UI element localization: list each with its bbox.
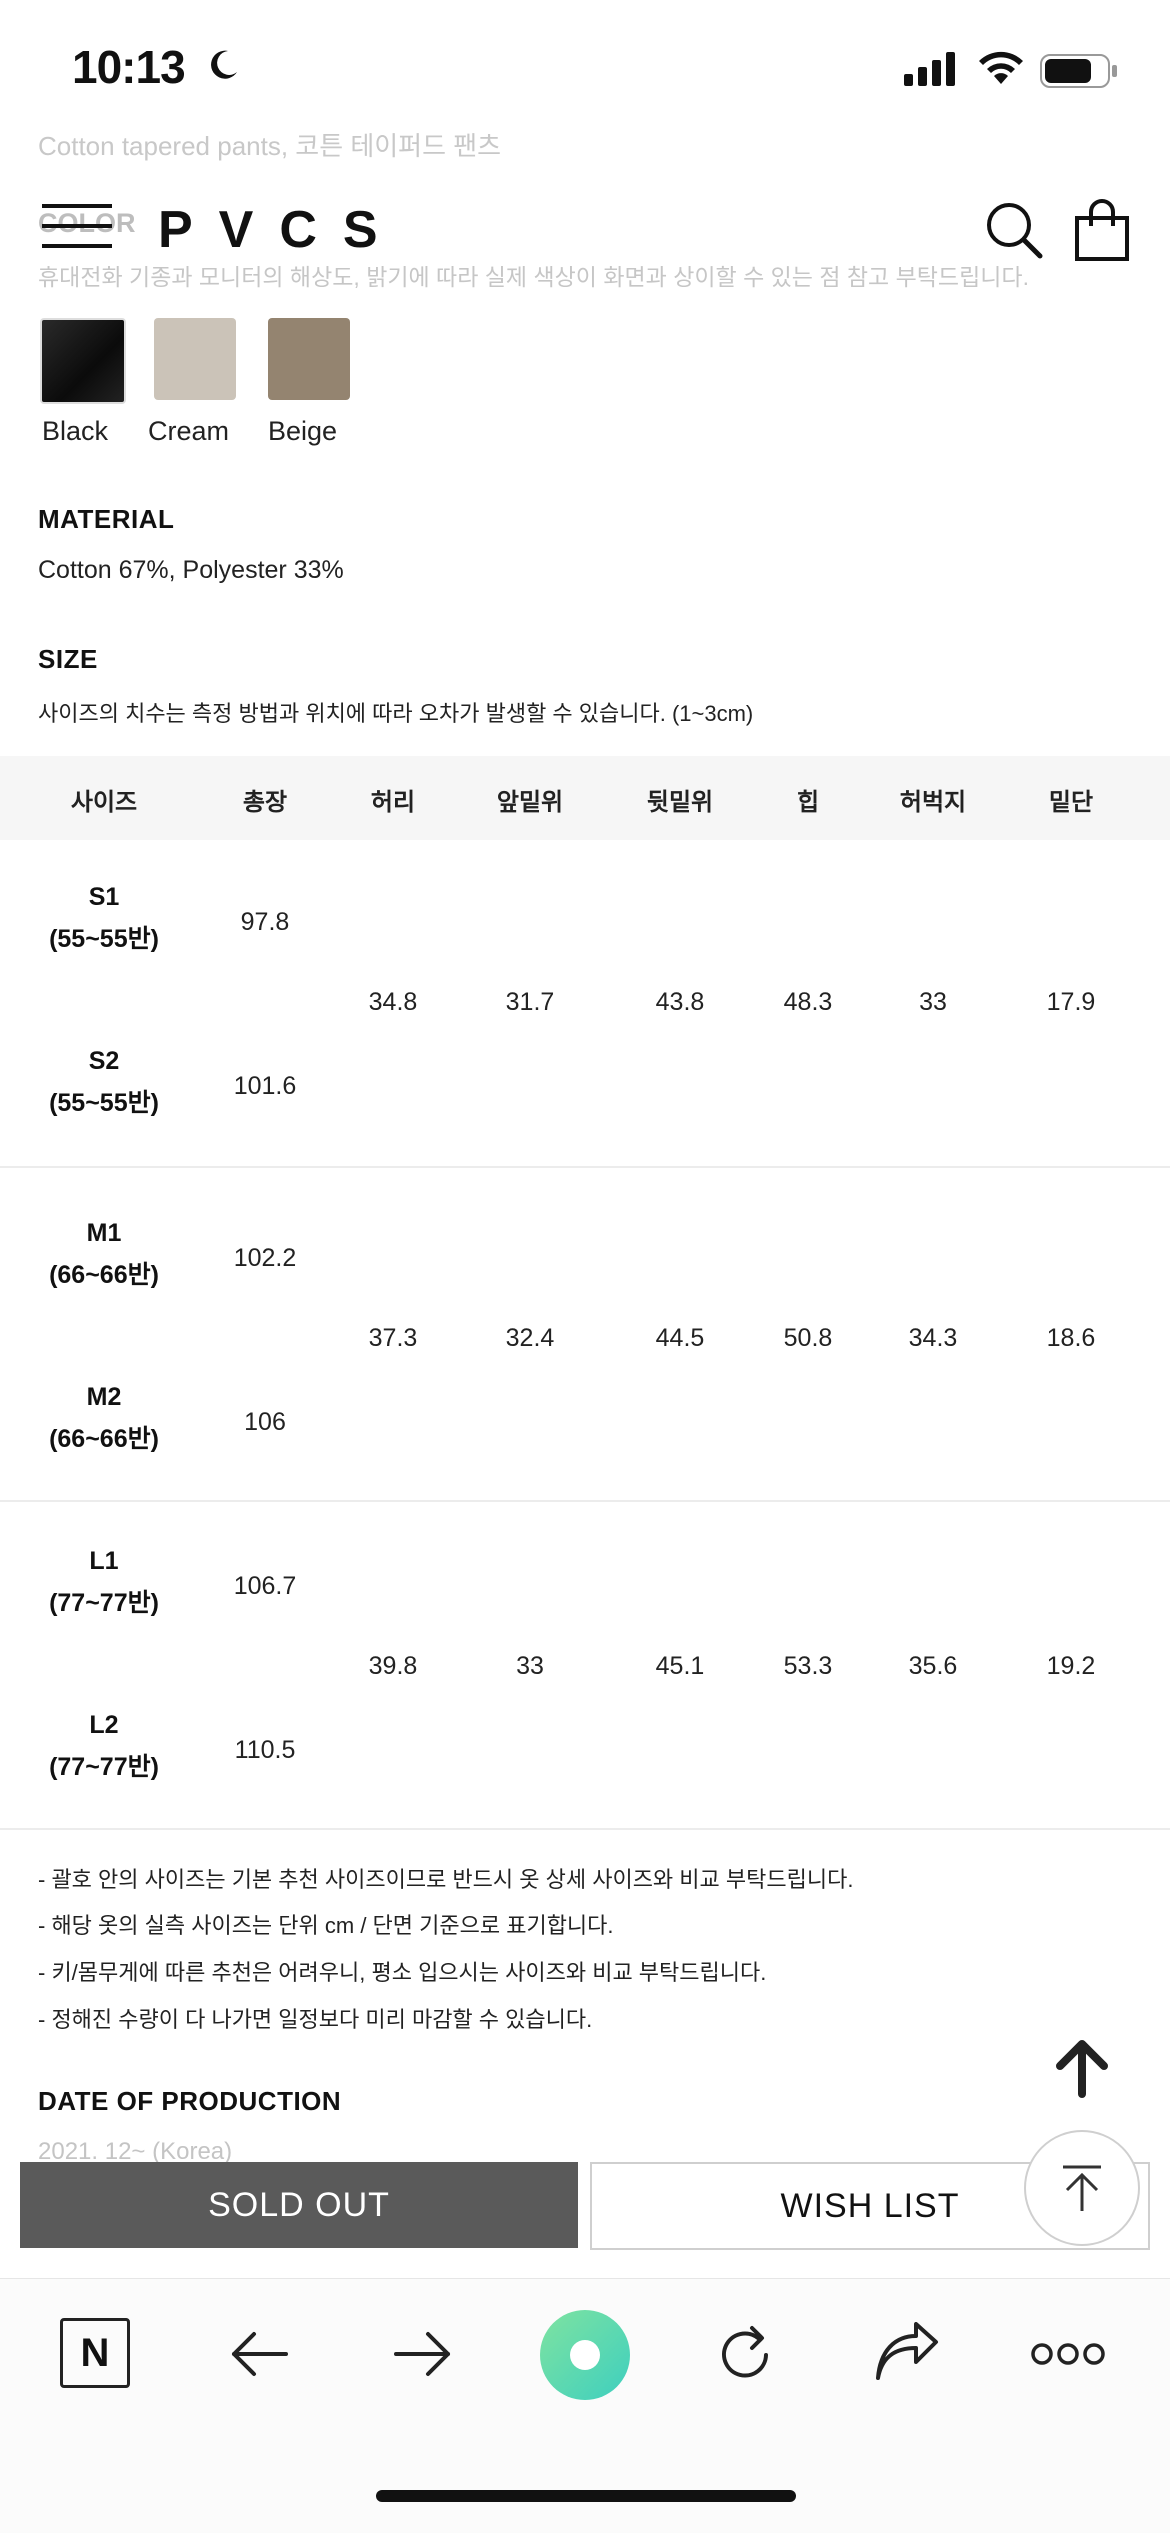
moon-icon: [211, 50, 237, 79]
front-rise-cell: 33: [516, 1652, 544, 1680]
header-front-rise: 앞밑위: [496, 789, 564, 816]
more-icon[interactable]: [1030, 2340, 1106, 2368]
header-waist: 허리: [370, 789, 416, 816]
length-cell: 101.6: [233, 1072, 297, 1100]
size-note-item: - 해당 옷의 실측 사이즈는 단위 cm / 단면 기준으로 표기합니다.: [38, 1913, 614, 1938]
faded-product-name: Cotton tapered pants, 코튼 테이퍼드 팬츠: [38, 131, 502, 161]
color-swatch-cream[interactable]: [154, 318, 236, 400]
home-indicator: [376, 2490, 796, 2502]
search-icon[interactable]: [984, 200, 1044, 260]
sold-out-button[interactable]: SOLD OUT: [20, 2162, 578, 2248]
size-cell: S2 (55~55반): [49, 1047, 159, 1117]
length-cell: 106: [244, 1408, 286, 1436]
length-cell: 106.7: [233, 1572, 297, 1600]
forward-arrow-icon[interactable]: [390, 2322, 454, 2386]
hem-cell: 19.2: [1046, 1652, 1096, 1680]
waist-cell: 34.8: [368, 988, 418, 1016]
brand-logo[interactable]: PVCS: [158, 200, 404, 260]
size-title: SIZE: [38, 644, 98, 674]
size-note: 사이즈의 치수는 측정 방법과 위치에 따라 오차가 발생할 수 있습니다. (…: [38, 701, 754, 726]
share-icon[interactable]: [872, 2322, 942, 2386]
scroll-to-top-button[interactable]: [1024, 2130, 1140, 2246]
reload-icon[interactable]: [712, 2322, 778, 2388]
front-rise-cell: 32.4: [505, 1324, 555, 1352]
wifi-icon: [979, 51, 1023, 84]
header-hem: 밑단: [1048, 789, 1094, 816]
material-title: MATERIAL: [38, 504, 175, 534]
cellular-signal-icon: [904, 52, 955, 86]
back-arrow-icon[interactable]: [228, 2322, 292, 2386]
status-time: 10:13: [72, 41, 186, 93]
production-title: DATE OF PRODUCTION: [38, 2086, 342, 2116]
thigh-cell: 35.6: [908, 1652, 958, 1680]
faded-color-note: 휴대전화 기종과 모니터의 해상도, 밝기에 따라 실제 색상이 화면과 상이할…: [38, 264, 1029, 290]
size-cell: L2 (77~77반): [49, 1711, 159, 1781]
table-divider: [0, 1828, 1170, 1830]
color-swatch-black[interactable]: [40, 318, 126, 404]
thigh-cell: 33: [919, 988, 947, 1016]
green-dot-icon[interactable]: [538, 2308, 632, 2402]
header-size: 사이즈: [70, 789, 138, 816]
shopping-bag-icon[interactable]: [1074, 198, 1130, 262]
front-rise-cell: 31.7: [505, 988, 555, 1016]
size-cell: S1 (55~55반): [49, 883, 159, 953]
size-cell: L1 (77~77반): [49, 1547, 159, 1617]
color-swatch-beige[interactable]: [268, 318, 350, 400]
material-value: Cotton 67%, Polyester 33%: [38, 556, 344, 584]
hip-cell: 50.8: [783, 1324, 833, 1352]
table-divider: [0, 1166, 1170, 1168]
color-label-black: Black: [42, 416, 109, 446]
table-divider: [0, 1500, 1170, 1502]
header-thigh: 허벅지: [899, 789, 967, 816]
back-rise-cell: 45.1: [655, 1652, 705, 1680]
thigh-cell: 34.3: [908, 1324, 958, 1352]
hem-cell: 18.6: [1046, 1324, 1096, 1352]
header-back-rise: 뒷밑위: [646, 789, 714, 816]
naver-n-icon[interactable]: N: [60, 2318, 130, 2388]
color-label-cream: Cream: [148, 416, 230, 446]
waist-cell: 39.8: [368, 1652, 418, 1680]
length-cell: 102.2: [233, 1244, 297, 1272]
waist-cell: 37.3: [368, 1324, 418, 1352]
hem-cell: 17.9: [1046, 988, 1096, 1016]
menu-icon[interactable]: [42, 204, 112, 252]
header-hip: 힙: [796, 789, 820, 816]
color-label-beige: Beige: [268, 416, 338, 446]
size-note-item: - 키/몸무게에 따른 추천은 어려우니, 평소 입으시는 사이즈와 비교 부탁…: [38, 1960, 767, 1985]
scroll-up-arrow-icon[interactable]: [1050, 2036, 1114, 2100]
size-note-item: - 정해진 수량이 다 나가면 일정보다 미리 마감할 수 있습니다.: [38, 2007, 593, 2032]
length-cell: 110.5: [234, 1736, 296, 1764]
back-rise-cell: 44.5: [655, 1324, 705, 1352]
size-cell: M2 (66~66반): [49, 1383, 159, 1453]
size-cell: M1 (66~66반): [49, 1219, 159, 1289]
size-note-item: - 괄호 안의 사이즈는 기본 추천 사이즈이므로 반드시 옷 상세 사이즈와 …: [38, 1867, 854, 1892]
hip-cell: 53.3: [783, 1652, 833, 1680]
header-length: 총장: [242, 789, 288, 816]
battery-icon: [1040, 54, 1117, 88]
hip-cell: 48.3: [783, 988, 833, 1016]
scroll-to-top-icon: [1063, 2165, 1101, 2211]
length-cell: 97.8: [240, 908, 290, 936]
back-rise-cell: 43.8: [655, 988, 705, 1016]
